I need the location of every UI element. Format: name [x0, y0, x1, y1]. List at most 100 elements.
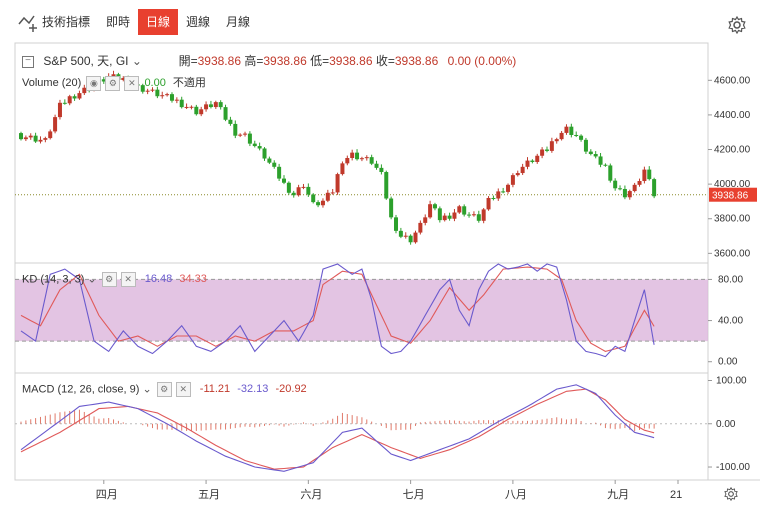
chevron-down-icon[interactable]: ⌄: [142, 383, 151, 395]
candle: [603, 164, 608, 166]
candle: [33, 135, 38, 142]
chart-frame: [14, 42, 709, 481]
candle: [145, 90, 150, 92]
candle: [452, 212, 457, 219]
candle: [252, 143, 257, 147]
change-value: 0.00 (0.00%): [447, 54, 517, 68]
open-label: 開=: [178, 54, 198, 68]
symbol-label: S&P 500, 天, GI: [43, 54, 129, 68]
axis-settings-gear-icon[interactable]: [724, 486, 738, 506]
high-label: 高=: [244, 54, 264, 68]
y-tick-label: 3800.00: [714, 214, 751, 225]
candle: [179, 99, 184, 108]
candle: [189, 106, 194, 108]
tab-weekly[interactable]: 週線: [186, 9, 210, 35]
close-icon[interactable]: ✕: [120, 272, 136, 287]
candle: [306, 186, 311, 195]
chevron-down-icon[interactable]: ⌄: [132, 54, 142, 68]
candle: [627, 191, 632, 198]
open-value: 3938.86: [197, 54, 241, 68]
candle: [223, 107, 228, 120]
close-value: 3938.86: [394, 54, 439, 68]
candle: [437, 208, 442, 221]
candle: [598, 156, 603, 165]
candle: [320, 200, 325, 206]
candle: [335, 174, 340, 193]
chevron-down-icon[interactable]: ⌄: [87, 273, 96, 285]
y-tick-label: 40.00: [718, 316, 743, 327]
candle: [194, 106, 199, 115]
candle: [267, 158, 272, 163]
y-tick-label: 3600.00: [714, 248, 751, 259]
candle: [515, 173, 520, 176]
candle: [462, 206, 467, 215]
x-tick-label: 四月: [96, 489, 118, 501]
candle: [369, 157, 374, 164]
candle: [199, 109, 204, 115]
collapse-icon[interactable]: −: [22, 55, 34, 68]
candle: [233, 123, 238, 136]
tab-monthly[interactable]: 月線: [226, 9, 250, 35]
x-tick-label: 21: [670, 489, 682, 501]
close-icon[interactable]: ✕: [124, 75, 140, 91]
y-tick-label: 0.00: [716, 419, 736, 430]
candle: [418, 222, 423, 233]
candle: [447, 215, 452, 219]
candle: [647, 169, 652, 180]
candle: [355, 152, 360, 160]
settings-gear-icon[interactable]: [728, 15, 746, 39]
candle: [174, 99, 179, 101]
tab-daily[interactable]: 日線: [138, 9, 179, 35]
macd-line: [20, 384, 655, 472]
macd-value: -32.13: [237, 383, 269, 396]
candle: [525, 160, 530, 167]
candle: [554, 139, 559, 142]
tab-realtime[interactable]: 即時: [106, 9, 130, 35]
settings-icon[interactable]: ⚙: [101, 272, 117, 287]
kd-k-value: 16.48: [144, 273, 173, 286]
indicators-button[interactable]: 技術指標: [42, 9, 90, 35]
candle: [642, 169, 647, 182]
high-value: 3938.86: [263, 54, 307, 68]
y-tick-label: 80.00: [718, 274, 743, 285]
candle: [301, 186, 306, 188]
candle: [169, 94, 174, 101]
candle: [257, 146, 262, 149]
kd-d-value: 34.33: [179, 273, 207, 286]
candle: [423, 217, 428, 223]
candle: [608, 165, 613, 181]
candle: [476, 214, 481, 221]
candle: [583, 139, 588, 152]
y-tick-label: 100.00: [716, 375, 747, 386]
candle: [549, 141, 554, 151]
candle: [350, 152, 355, 159]
candle: [428, 204, 433, 218]
macd-value: -20.92: [275, 383, 307, 396]
candle: [394, 217, 399, 231]
low-value: 3938.86: [329, 54, 373, 68]
candle: [384, 172, 389, 199]
candle: [540, 149, 545, 156]
y-tick-label: 4200.00: [714, 145, 751, 156]
kd-legend: KD (14, 3, 3) ⌄ ⚙ ✕ 16.48 34.33: [22, 272, 207, 287]
candle: [67, 96, 72, 104]
candle: [632, 184, 637, 192]
settings-icon[interactable]: ⚙: [105, 75, 121, 91]
candle: [281, 178, 286, 183]
candle: [588, 151, 593, 155]
close-icon[interactable]: ✕: [175, 382, 191, 397]
toolbar: 技術指標 即時 日線 週線 月線: [0, 0, 760, 42]
candle: [43, 138, 48, 140]
y-tick-label: 0.00: [718, 357, 738, 368]
y-tick-label: -100.00: [716, 462, 750, 473]
candle: [544, 149, 549, 151]
x-tick-label: 七月: [403, 488, 425, 501]
candle: [491, 197, 496, 199]
candle: [296, 187, 301, 196]
visibility-icon[interactable]: ◉: [86, 75, 102, 91]
candle: [204, 104, 209, 110]
candle: [330, 192, 335, 194]
candle: [359, 158, 364, 160]
indicators-icon[interactable]: [18, 12, 40, 32]
settings-icon[interactable]: ⚙: [156, 382, 172, 397]
